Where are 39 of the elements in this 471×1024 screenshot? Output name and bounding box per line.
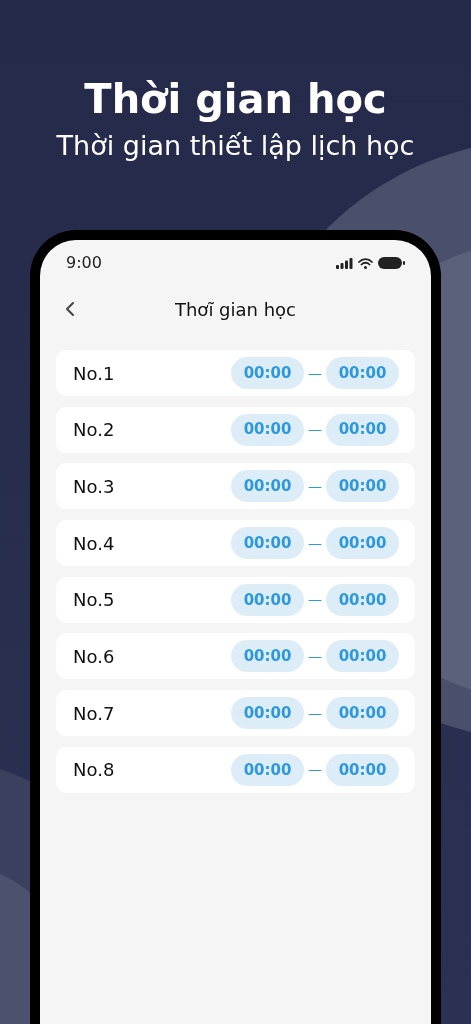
row-label: No.2: [73, 418, 116, 443]
end-time-button[interactable]: 00:00: [326, 697, 399, 730]
end-time-button[interactable]: 00:00: [326, 470, 399, 503]
row-label: No.5: [73, 588, 116, 613]
end-time-button[interactable]: 00:00: [326, 583, 399, 616]
end-time-button[interactable]: 00:00: [326, 753, 399, 786]
start-time-button[interactable]: 00:00: [231, 583, 304, 616]
wifi-icon: [358, 257, 373, 269]
subheadline: Thời gian thiết lập lịch học: [56, 129, 415, 163]
time-separator: —: [307, 590, 323, 610]
status-time: 9:00: [66, 252, 102, 274]
row-label: No.8: [73, 758, 116, 783]
row-label: No.4: [73, 531, 116, 556]
end-time-button[interactable]: 00:00: [326, 357, 399, 389]
end-time-button[interactable]: 00:00: [326, 527, 399, 560]
time-separator: —: [307, 760, 323, 780]
time-separator: —: [307, 476, 323, 496]
row-label: No.6: [73, 644, 116, 669]
time-separator: —: [307, 703, 323, 723]
row-label: No.3: [73, 474, 116, 499]
row-label: No.1: [73, 361, 116, 386]
headline: Thời gian học: [84, 75, 387, 124]
nav-title: Thơĩ gian học: [174, 297, 296, 322]
end-time-button[interactable]: 00:00: [326, 640, 399, 673]
start-time-button[interactable]: 00:00: [231, 697, 304, 730]
time-separator: —: [307, 646, 323, 666]
start-time-button[interactable]: 00:00: [231, 527, 304, 560]
row-label: No.7: [73, 701, 116, 726]
signal-icon: [336, 257, 353, 269]
time-separator: —: [307, 420, 323, 440]
start-time-button[interactable]: 00:00: [231, 413, 304, 446]
start-time-button[interactable]: 00:00: [231, 753, 304, 786]
time-separator: —: [307, 533, 323, 553]
time-separator: —: [307, 363, 323, 383]
end-time-button[interactable]: 00:00: [326, 413, 399, 446]
battery-icon: [378, 257, 405, 269]
start-time-button[interactable]: 00:00: [231, 470, 304, 503]
start-time-button[interactable]: 00:00: [231, 357, 304, 389]
start-time-button[interactable]: 00:00: [231, 640, 304, 673]
